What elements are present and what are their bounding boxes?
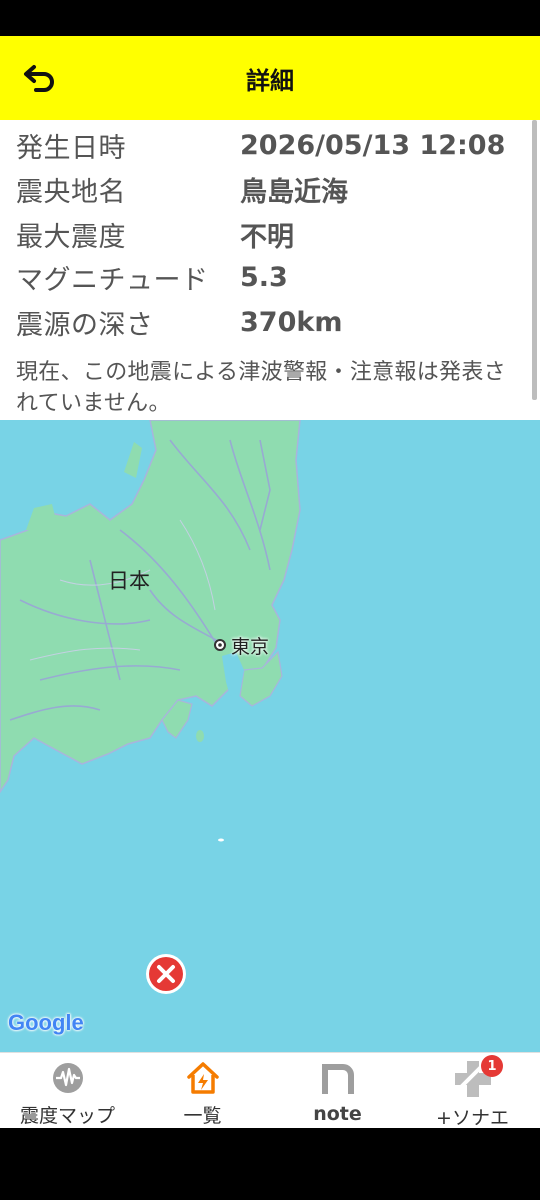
nav-item-intensity-map[interactable]: 震度マップ [0, 1053, 135, 1128]
detail-label: 震央地名 [16, 176, 126, 208]
detail-label: 震源の深さ [16, 309, 154, 341]
nav-item-note[interactable]: note [270, 1053, 405, 1128]
detail-value: 鳥島近海 [240, 176, 348, 208]
detail-value: 2026/05/13 12:08 [240, 129, 506, 161]
detail-row-max-intensity: 最大震度 不明 [16, 214, 294, 254]
tsunami-notice: 現在、この地震による津波警報・注意報は発表されていません。 [16, 360, 506, 416]
seismograph-icon [48, 1059, 88, 1097]
detail-value: 不明 [240, 221, 294, 253]
detail-row-epicenter: 震央地名 鳥島近海 [16, 169, 348, 209]
map-canvas [0, 420, 301, 842]
notification-badge: 1 [481, 1055, 503, 1077]
status-bar [0, 0, 540, 36]
nav-label: 一覧 [183, 1105, 222, 1127]
epicenter-marker[interactable] [146, 954, 186, 994]
detail-value: 5.3 [240, 261, 288, 293]
nav-label: note [313, 1103, 362, 1125]
land-izu-islands [218, 838, 224, 842]
epicenter-x-icon [149, 957, 183, 991]
epicenter-map[interactable]: 日本 東京 Google [0, 420, 540, 1052]
tokyo-marker-dot [218, 643, 222, 647]
land-oshima-island [196, 730, 204, 742]
back-button[interactable] [16, 56, 64, 100]
bottom-navigation: 震度マップ 一覧 note 1 +ソナエ [0, 1052, 540, 1129]
nav-label: 震度マップ [19, 1105, 115, 1127]
detail-label: 発生日時 [16, 132, 126, 164]
earthquake-detail-panel[interactable]: 発生日時 2026/05/13 12:08 震央地名 鳥島近海 最大震度 不明 … [0, 120, 540, 420]
city-label-tokyo: 東京 [231, 636, 270, 658]
nav-item-plus-sonae[interactable]: 1 +ソナエ [405, 1053, 540, 1129]
scrollbar[interactable] [532, 120, 537, 400]
detail-value: 370km [240, 306, 343, 338]
detail-row-magnitude: マグニチュード 5.3 [16, 257, 288, 297]
detail-label: マグニチュード [16, 264, 209, 296]
app-header: 詳細 [0, 36, 540, 120]
google-attribution: Google [8, 1010, 84, 1035]
country-label: 日本 [108, 569, 150, 593]
nav-item-list[interactable]: 一覧 [135, 1053, 270, 1128]
land-sado-island [124, 442, 142, 478]
detail-row-depth: 震源の深さ 370km [16, 302, 342, 342]
back-arrow-icon [24, 65, 54, 92]
nav-label: +ソナエ [436, 1107, 509, 1129]
page-title: 詳細 [246, 66, 294, 95]
house-lightning-icon [183, 1059, 223, 1097]
system-navigation-bar [0, 1128, 540, 1200]
land-honshu [0, 420, 301, 794]
detail-label: 最大震度 [16, 221, 126, 253]
detail-row-occurrence-time: 発生日時 2026/05/13 12:08 [16, 125, 505, 165]
note-logo-icon [318, 1059, 358, 1099]
